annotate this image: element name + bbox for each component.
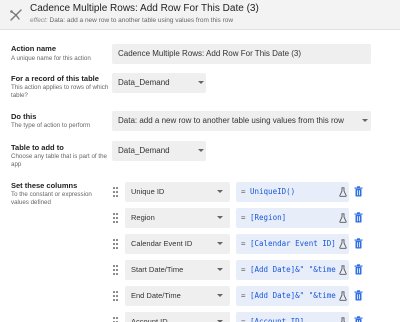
equals-sign: = xyxy=(241,239,246,248)
effect-prefix: effect: xyxy=(30,17,48,24)
column-name: Unique ID xyxy=(131,187,165,196)
chevron-down-icon xyxy=(217,268,223,271)
action-name-help: A unique name for this action xyxy=(11,55,91,62)
expression-value: [Calendar Event ID] xyxy=(250,239,336,248)
column-assignment-row: Region = [Region] xyxy=(112,208,374,228)
column-assignment-row: Account ID = [Account ID] xyxy=(112,312,374,322)
column-assignment-row: Start Date/Time = [Add Date]&" "&time xyxy=(112,260,374,280)
table-to-add-help: Choose any table that is part of the app xyxy=(11,153,107,168)
drag-handle-icon[interactable] xyxy=(113,265,119,275)
column-name: End Date/Time xyxy=(131,291,181,300)
equals-sign: = xyxy=(241,265,246,274)
column-name: Calendar Event ID xyxy=(131,239,193,248)
column-name: Region xyxy=(131,213,155,222)
chevron-down-icon xyxy=(217,242,223,245)
column-select[interactable]: Account ID xyxy=(125,312,230,322)
trash-icon[interactable] xyxy=(354,290,363,301)
expression-input[interactable]: = [Calendar Event ID] xyxy=(236,234,349,254)
table-to-add-label: Table to add to xyxy=(11,143,64,152)
column-select[interactable]: End Date/Time xyxy=(125,286,230,306)
expression-value: [Region] xyxy=(250,213,287,222)
chevron-down-icon xyxy=(198,81,204,84)
table-help: This action applies to rows of which tab… xyxy=(11,84,109,99)
chevron-down-icon xyxy=(198,149,204,152)
flask-icon[interactable] xyxy=(339,317,347,322)
equals-sign: = xyxy=(241,317,246,322)
drag-handle-icon[interactable] xyxy=(113,239,119,249)
action-effect-summary: effect: Data: add a new row to another t… xyxy=(30,17,233,24)
chevron-down-icon xyxy=(217,190,223,193)
flask-icon[interactable] xyxy=(339,265,347,275)
chevron-down-icon xyxy=(217,216,223,219)
chevron-down-icon xyxy=(362,119,368,122)
effect-text: Data: add a new row to another table usi… xyxy=(49,17,234,24)
trash-icon[interactable] xyxy=(354,316,363,322)
expression-value: [Add Date]&" "&time xyxy=(250,291,336,300)
column-select[interactable]: Unique ID xyxy=(125,182,230,202)
table-to-add-select-value: Data_Demand xyxy=(118,146,170,155)
trash-icon[interactable] xyxy=(354,212,363,223)
set-columns-help: To the constant or expression values def… xyxy=(11,191,92,206)
chevron-down-icon xyxy=(217,294,223,297)
table-select-value: Data_Demand xyxy=(118,78,170,87)
column-select[interactable]: Calendar Event ID xyxy=(125,234,230,254)
expression-input[interactable]: = [Account ID] xyxy=(236,312,349,322)
column-select[interactable]: Start Date/Time xyxy=(125,260,230,280)
expression-input[interactable]: = [Region] xyxy=(236,208,349,228)
do-this-help: The type of action to perform xyxy=(11,122,91,129)
column-name: Start Date/Time xyxy=(131,265,184,274)
set-columns-label: Set these columns xyxy=(11,181,78,190)
flask-icon[interactable] xyxy=(339,187,347,197)
do-this-select[interactable]: Data: add a new row to another table usi… xyxy=(112,111,371,131)
table-select[interactable]: Data_Demand xyxy=(112,73,206,93)
column-assignment-row: Unique ID = UniqueID() xyxy=(112,182,374,202)
do-this-label: Do this xyxy=(11,112,37,121)
trash-icon[interactable] xyxy=(354,186,363,197)
column-name: Account ID xyxy=(131,317,168,322)
equals-sign: = xyxy=(241,213,246,222)
trash-icon[interactable] xyxy=(354,238,363,249)
action-title: Cadence Multiple Rows: Add Row For This … xyxy=(30,3,259,14)
expression-input[interactable]: = [Add Date]&" "&time xyxy=(236,286,349,306)
drag-handle-icon[interactable] xyxy=(113,213,119,223)
action-icon xyxy=(10,9,22,21)
expression-value: [Add Date]&" "&time xyxy=(250,265,336,274)
drag-handle-icon[interactable] xyxy=(113,317,119,322)
equals-sign: = xyxy=(241,291,246,300)
action-header: Cadence Multiple Rows: Add Row For This … xyxy=(0,0,400,30)
drag-handle-icon[interactable] xyxy=(113,187,119,197)
expression-value: [Account ID] xyxy=(250,317,305,322)
action-name-input[interactable]: Cadence Multiple Rows: Add Row For This … xyxy=(112,44,371,64)
drag-handle-icon[interactable] xyxy=(113,291,119,301)
equals-sign: = xyxy=(241,187,246,196)
column-select[interactable]: Region xyxy=(125,208,230,228)
column-assignment-row: Calendar Event ID = [Calendar Event ID] xyxy=(112,234,374,254)
table-label: For a record of this table xyxy=(11,74,99,83)
expression-value: UniqueID() xyxy=(250,187,296,196)
action-name-label: Action name xyxy=(11,44,57,53)
expression-input[interactable]: = [Add Date]&" "&time xyxy=(236,260,349,280)
flask-icon[interactable] xyxy=(339,239,347,249)
do-this-select-value: Data: add a new row to another table usi… xyxy=(118,116,344,125)
flask-icon[interactable] xyxy=(339,291,347,301)
table-to-add-select[interactable]: Data_Demand xyxy=(112,141,206,161)
expression-input[interactable]: = UniqueID() xyxy=(236,182,349,202)
trash-icon[interactable] xyxy=(354,264,363,275)
column-assignment-row: End Date/Time = [Add Date]&" "&time xyxy=(112,286,374,306)
flask-icon[interactable] xyxy=(339,213,347,223)
